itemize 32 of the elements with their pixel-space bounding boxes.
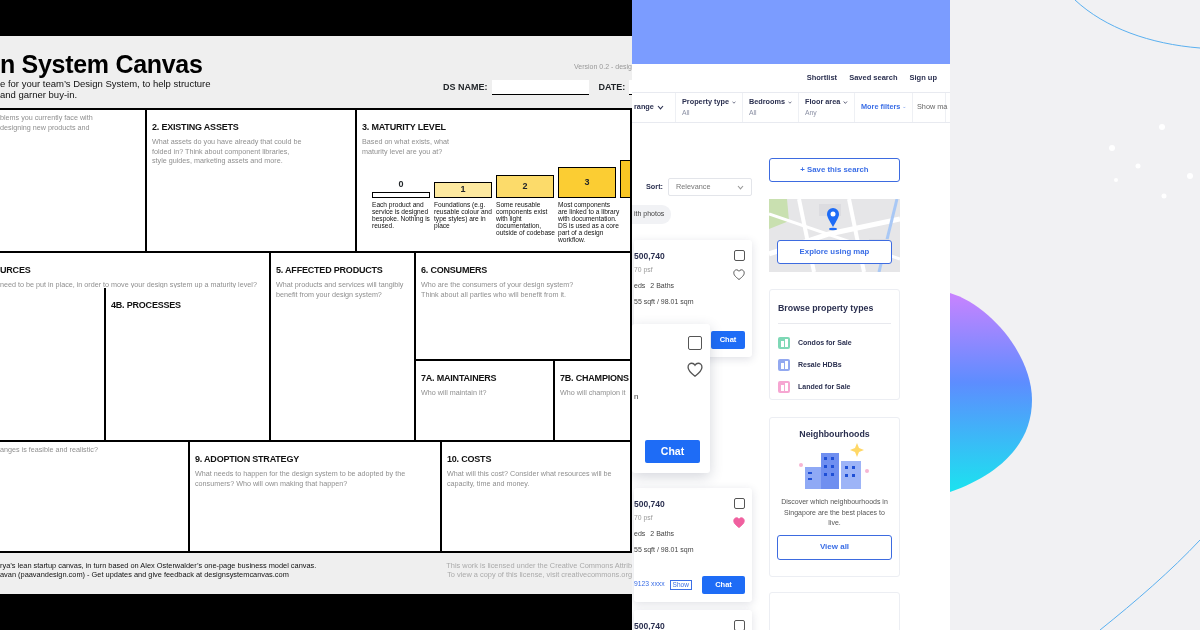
section-heading: 6. CONSUMERS <box>421 264 488 276</box>
canvas-title: n System Canvas <box>0 50 204 78</box>
level-number: 0 <box>398 178 404 192</box>
maturity-bar: 1 <box>434 181 492 198</box>
listing-price: 500,740 <box>634 497 666 511</box>
section-heading: 10. COSTS <box>447 453 492 465</box>
listing-text: n <box>634 391 640 403</box>
card-title: Neighbourhoods <box>799 428 870 441</box>
section-heading: URCES <box>0 264 31 276</box>
map-pin-icon <box>826 207 840 231</box>
checkbox[interactable] <box>733 497 745 509</box>
field-label: DS NAME: <box>443 81 488 94</box>
listing-price: 500,740 <box>634 619 665 630</box>
listing-price: 500,740 <box>634 249 666 263</box>
section-heading: 7A. MAINTAINERS <box>421 372 497 384</box>
card-title: Browse property types <box>778 302 875 315</box>
input-field[interactable] <box>491 79 589 95</box>
view-all-button[interactable]: View all <box>777 534 892 560</box>
section-heading: 3. MATURITY LEVEL <box>362 121 446 133</box>
checkbox[interactable] <box>734 619 745 630</box>
maturity-bar: 2 <box>496 175 554 198</box>
maturity-bar: 3 <box>558 167 616 198</box>
checkbox[interactable] <box>688 336 702 350</box>
canvas-subtitle: e for your team’s Design System, to help structure and garner buy-in. <box>0 78 211 100</box>
checkbox[interactable] <box>733 249 745 261</box>
section-heading: 7B. CHAMPIONS <box>560 372 629 384</box>
section-heading: 5. AFFECTED PRODUCTS <box>276 264 383 276</box>
section-heading: 2. EXISTING ASSETS <box>152 121 239 133</box>
chat-button[interactable]: Chat <box>645 440 700 463</box>
section-heading: 9. ADOPTION STRATEGY <box>195 453 299 465</box>
section-heading: 4B. PROCESSES <box>111 299 181 311</box>
field-label: DATE: <box>598 81 626 94</box>
